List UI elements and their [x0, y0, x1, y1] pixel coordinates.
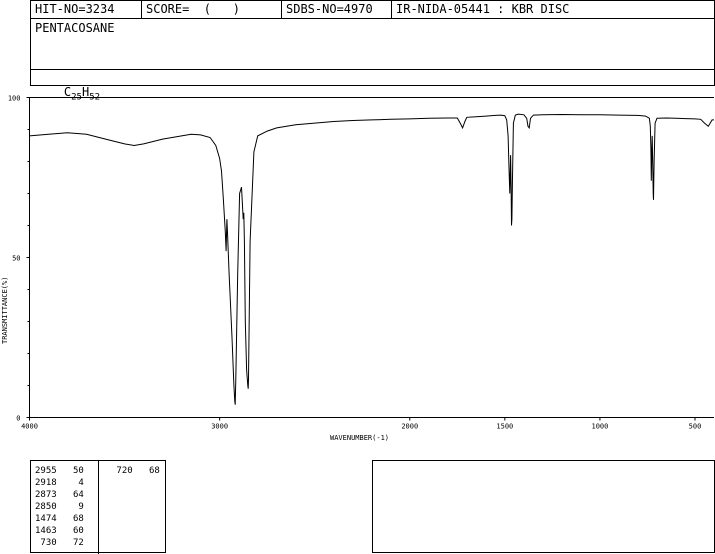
structure-box	[372, 460, 715, 553]
peak-intensity: 68	[132, 466, 160, 476]
x-tick-label: 1000	[591, 423, 608, 431]
peak-wavenumber: 720	[111, 466, 133, 476]
peak-row: 720 68	[111, 465, 160, 477]
peak-wavenumber: 730	[35, 538, 57, 548]
chart-ticks: 4000 3000 2000 1500 1000 500100500	[8, 95, 701, 431]
peak-row: 2918 4	[35, 477, 84, 489]
peak-row: 730 72	[35, 537, 84, 549]
transmittance-curve	[29, 113, 714, 405]
header-rule	[31, 18, 714, 19]
x-tick-label: 2000	[401, 423, 418, 431]
peak-wavenumber: 2873	[35, 490, 57, 500]
peak-intensity: 50	[56, 466, 84, 476]
peak-row: 1463 60	[35, 525, 84, 537]
x-tick-label: 1500	[496, 423, 513, 431]
peak-table-divider	[98, 461, 99, 554]
header-rule	[31, 69, 714, 70]
x-tick-label: 4000	[21, 423, 38, 431]
peak-row: 2873 64	[35, 489, 84, 501]
peak-row: 2955 50	[35, 465, 84, 477]
peak-intensity: 64	[56, 490, 84, 500]
y-tick-label: 100	[8, 95, 21, 103]
peak-intensity: 68	[56, 514, 84, 524]
peak-intensity: 9	[56, 502, 84, 512]
peak-intensity: 72	[56, 538, 84, 548]
x-tick-label: 3000	[211, 423, 228, 431]
x-axis-title: WAVENUMBER(-1)	[330, 434, 389, 442]
y-tick-label: 50	[12, 255, 20, 263]
peak-intensity: 4	[56, 478, 84, 488]
peak-intensity: 60	[56, 526, 84, 536]
peak-wavenumber: 1474	[35, 514, 57, 524]
y-axis-title: TRANSMITTANCE(%)	[1, 277, 9, 344]
header-box: HIT-NO=3234 SCORE= ( ) SDBS-NO=4970 IR-N…	[30, 0, 715, 102]
peak-column-left: 2955 50 2918 4 2873 64 2850 9 1474 68 1463 60…	[35, 465, 84, 549]
ir-spectrum-chart: 4000 3000 2000 1500 1000 500100500 WAVENUMBER…	[1, 95, 714, 442]
hit-number: HIT-NO=3234	[35, 2, 115, 16]
peak-wavenumber: 2955	[35, 466, 57, 476]
x-tick-label: 500	[689, 423, 702, 431]
score: SCORE= ( )	[146, 2, 240, 16]
compound-name: PENTACOSANE	[35, 21, 115, 35]
peak-row: 1474 68	[35, 513, 84, 525]
peak-wavenumber: 2918	[35, 478, 57, 488]
y-tick-label: 0	[16, 415, 20, 423]
peak-column-right: 720 68	[111, 465, 160, 477]
peak-wavenumber: 1463	[35, 526, 57, 536]
peak-wavenumber: 2850	[35, 502, 57, 512]
peak-row: 2850 9	[35, 501, 84, 513]
measurement-method: IR-NIDA-05441 : KBR DISC	[396, 2, 570, 16]
peak-table: 2955 50 2918 4 2873 64 2850 9 1474 68 1463 60…	[30, 460, 166, 554]
